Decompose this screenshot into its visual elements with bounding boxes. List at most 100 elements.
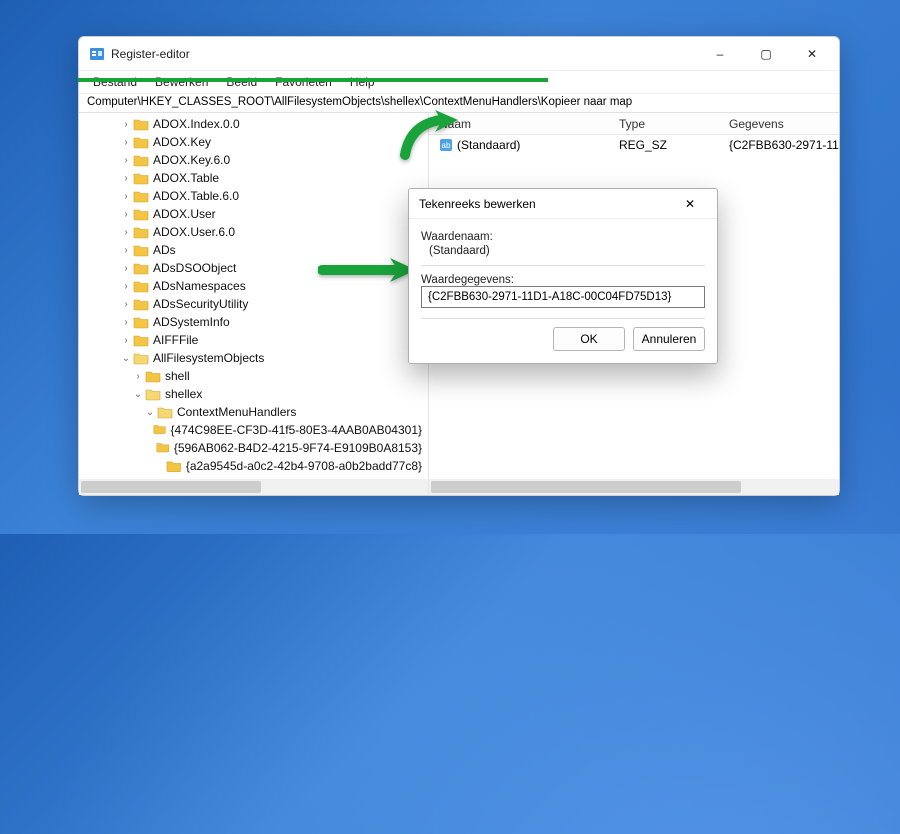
tree-item-label: ADOX.User.6.0 bbox=[153, 225, 235, 239]
tree-item[interactable]: {a2a9545d-a0c2-42b4-9708-a0b2badd77c8} bbox=[79, 457, 428, 475]
folder-icon bbox=[145, 387, 161, 401]
list-row[interactable]: ab (Standaard) REG_SZ {C2FBB630-2971-11D… bbox=[429, 135, 839, 155]
folder-icon bbox=[156, 441, 170, 455]
tree-hscrollbar[interactable] bbox=[79, 479, 428, 495]
tree-item-label: ADSystemInfo bbox=[153, 315, 230, 329]
tree-item-label: {596AB062-B4D2-4215-9F74-E9109B0A8153} bbox=[174, 441, 422, 455]
tree-item[interactable]: › ADs bbox=[79, 241, 428, 259]
chevron-down-icon[interactable]: ⌄ bbox=[143, 407, 157, 418]
ok-button[interactable]: OK bbox=[553, 327, 625, 351]
chevron-right-icon[interactable]: › bbox=[119, 335, 133, 346]
folder-icon bbox=[133, 225, 149, 239]
chevron-right-icon[interactable]: › bbox=[119, 245, 133, 256]
tree-item[interactable]: › ADOX.Table bbox=[79, 169, 428, 187]
chevron-down-icon[interactable]: ⌄ bbox=[131, 389, 145, 400]
svg-text:ab: ab bbox=[442, 141, 451, 150]
tree-item[interactable]: › ADOX.Key.6.0 bbox=[79, 151, 428, 169]
tree-item-label: ADOX.Index.0.0 bbox=[153, 117, 240, 131]
tree-item[interactable]: › ADSystemInfo bbox=[79, 313, 428, 331]
tree-pane[interactable]: ›ADOX.Index.0.0›ADOX.Key›ADOX.Key.6.0›AD… bbox=[79, 113, 429, 495]
address-bar[interactable]: Computer\HKEY_CLASSES_ROOT\AllFilesystem… bbox=[79, 93, 839, 113]
list-hscrollbar[interactable] bbox=[429, 479, 839, 495]
folder-icon bbox=[133, 315, 149, 329]
close-button[interactable]: ✕ bbox=[789, 39, 835, 69]
tree-item[interactable]: ⌄AllFilesystemObjects bbox=[79, 349, 428, 367]
tree-item[interactable]: › ADOX.Index.0.0 bbox=[79, 115, 428, 133]
col-header-data[interactable]: Gegevens bbox=[719, 117, 839, 131]
tree-item[interactable]: › ADOX.User bbox=[79, 205, 428, 223]
menu-favorites[interactable]: Favorieten bbox=[267, 73, 340, 91]
tree-item[interactable]: ›ADOX.Key bbox=[79, 133, 428, 151]
tree-item[interactable]: ⌄ ContextMenuHandlers bbox=[79, 403, 428, 421]
value-data-input[interactable] bbox=[421, 286, 705, 308]
tree-item-label: shellex bbox=[165, 387, 202, 401]
folder-icon bbox=[133, 189, 149, 203]
folder-icon bbox=[157, 405, 173, 419]
folder-icon bbox=[133, 243, 149, 257]
chevron-right-icon[interactable]: › bbox=[119, 173, 133, 184]
folder-icon bbox=[133, 117, 149, 131]
list-header: Naam Type Gegevens bbox=[429, 113, 839, 135]
folder-icon bbox=[153, 423, 166, 437]
menu-help[interactable]: Help bbox=[342, 73, 383, 91]
menubar: Bestand Bewerken Beeld Favorieten Help bbox=[79, 71, 839, 93]
minimize-button[interactable]: – bbox=[697, 39, 743, 69]
folder-icon bbox=[133, 279, 149, 293]
tree-item-label: ADsDSOObject bbox=[153, 261, 236, 275]
tree-item[interactable]: › ADsDSOObject bbox=[79, 259, 428, 277]
chevron-right-icon[interactable]: › bbox=[119, 191, 133, 202]
chevron-right-icon[interactable]: › bbox=[119, 299, 133, 310]
chevron-right-icon[interactable]: › bbox=[119, 209, 133, 220]
folder-icon bbox=[133, 135, 149, 149]
tree-item-label: ContextMenuHandlers bbox=[177, 405, 296, 419]
maximize-button[interactable]: ▢ bbox=[743, 39, 789, 69]
tree-item[interactable]: ⌄ shellex bbox=[79, 385, 428, 403]
col-header-name[interactable]: Naam bbox=[429, 117, 609, 131]
menu-view[interactable]: Beeld bbox=[218, 73, 265, 91]
folder-icon bbox=[133, 297, 149, 311]
tree-item-label: ADsNamespaces bbox=[153, 279, 246, 293]
value-type: REG_SZ bbox=[609, 138, 719, 152]
chevron-right-icon[interactable]: › bbox=[119, 281, 133, 292]
folder-icon bbox=[166, 459, 182, 473]
col-header-type[interactable]: Type bbox=[609, 117, 719, 131]
annotation-highlight bbox=[78, 78, 548, 82]
tree-item[interactable]: › AIFFFile bbox=[79, 331, 428, 349]
regedit-icon bbox=[89, 46, 105, 62]
chevron-right-icon[interactable]: › bbox=[119, 119, 133, 130]
tree-item-label: ADs bbox=[153, 243, 176, 257]
chevron-right-icon[interactable]: › bbox=[119, 137, 133, 148]
value-name-label: Waardenaam: bbox=[421, 231, 705, 243]
menu-file[interactable]: Bestand bbox=[85, 73, 145, 91]
chevron-right-icon[interactable]: › bbox=[119, 227, 133, 238]
edit-string-dialog: Tekenreeks bewerken ✕ Waardenaam: (Stand… bbox=[408, 188, 718, 364]
chevron-right-icon[interactable]: › bbox=[119, 155, 133, 166]
dialog-titlebar[interactable]: Tekenreeks bewerken ✕ bbox=[409, 189, 717, 219]
chevron-right-icon[interactable]: › bbox=[131, 371, 145, 382]
menu-edit[interactable]: Bewerken bbox=[147, 73, 216, 91]
tree-item-label: AIFFFile bbox=[153, 333, 198, 347]
tree-item[interactable]: › ADOX.User.6.0 bbox=[79, 223, 428, 241]
tree-item-label: ADOX.User bbox=[153, 207, 216, 221]
tree-item[interactable]: {596AB062-B4D2-4215-9F74-E9109B0A8153} bbox=[79, 439, 428, 457]
titlebar[interactable]: Register-editor – ▢ ✕ bbox=[79, 37, 839, 71]
tree-item[interactable]: › ADOX.Table.6.0 bbox=[79, 187, 428, 205]
folder-icon bbox=[133, 207, 149, 221]
tree-item[interactable]: › ADsNamespaces bbox=[79, 277, 428, 295]
folder-icon bbox=[133, 351, 149, 365]
tree-item-label: ADOX.Table bbox=[153, 171, 219, 185]
tree-item[interactable]: {474C98EE-CF3D-41f5-80E3-4AAB0AB04301} bbox=[79, 421, 428, 439]
tree-item[interactable]: ›shell bbox=[79, 367, 428, 385]
folder-icon bbox=[133, 153, 149, 167]
dialog-title-text: Tekenreeks bewerken bbox=[419, 197, 536, 211]
chevron-right-icon[interactable]: › bbox=[119, 317, 133, 328]
chevron-right-icon[interactable]: › bbox=[119, 263, 133, 274]
cancel-button[interactable]: Annuleren bbox=[633, 327, 705, 351]
tree-item[interactable]: ›ADsSecurityUtility bbox=[79, 295, 428, 313]
tree-item-label: ADOX.Table.6.0 bbox=[153, 189, 239, 203]
tree-item-label: ADOX.Key.6.0 bbox=[153, 153, 230, 167]
value-name-readonly: (Standaard) bbox=[421, 243, 705, 266]
folder-icon bbox=[145, 369, 161, 383]
dialog-close-button[interactable]: ✕ bbox=[673, 193, 707, 215]
chevron-down-icon[interactable]: ⌄ bbox=[119, 353, 133, 364]
